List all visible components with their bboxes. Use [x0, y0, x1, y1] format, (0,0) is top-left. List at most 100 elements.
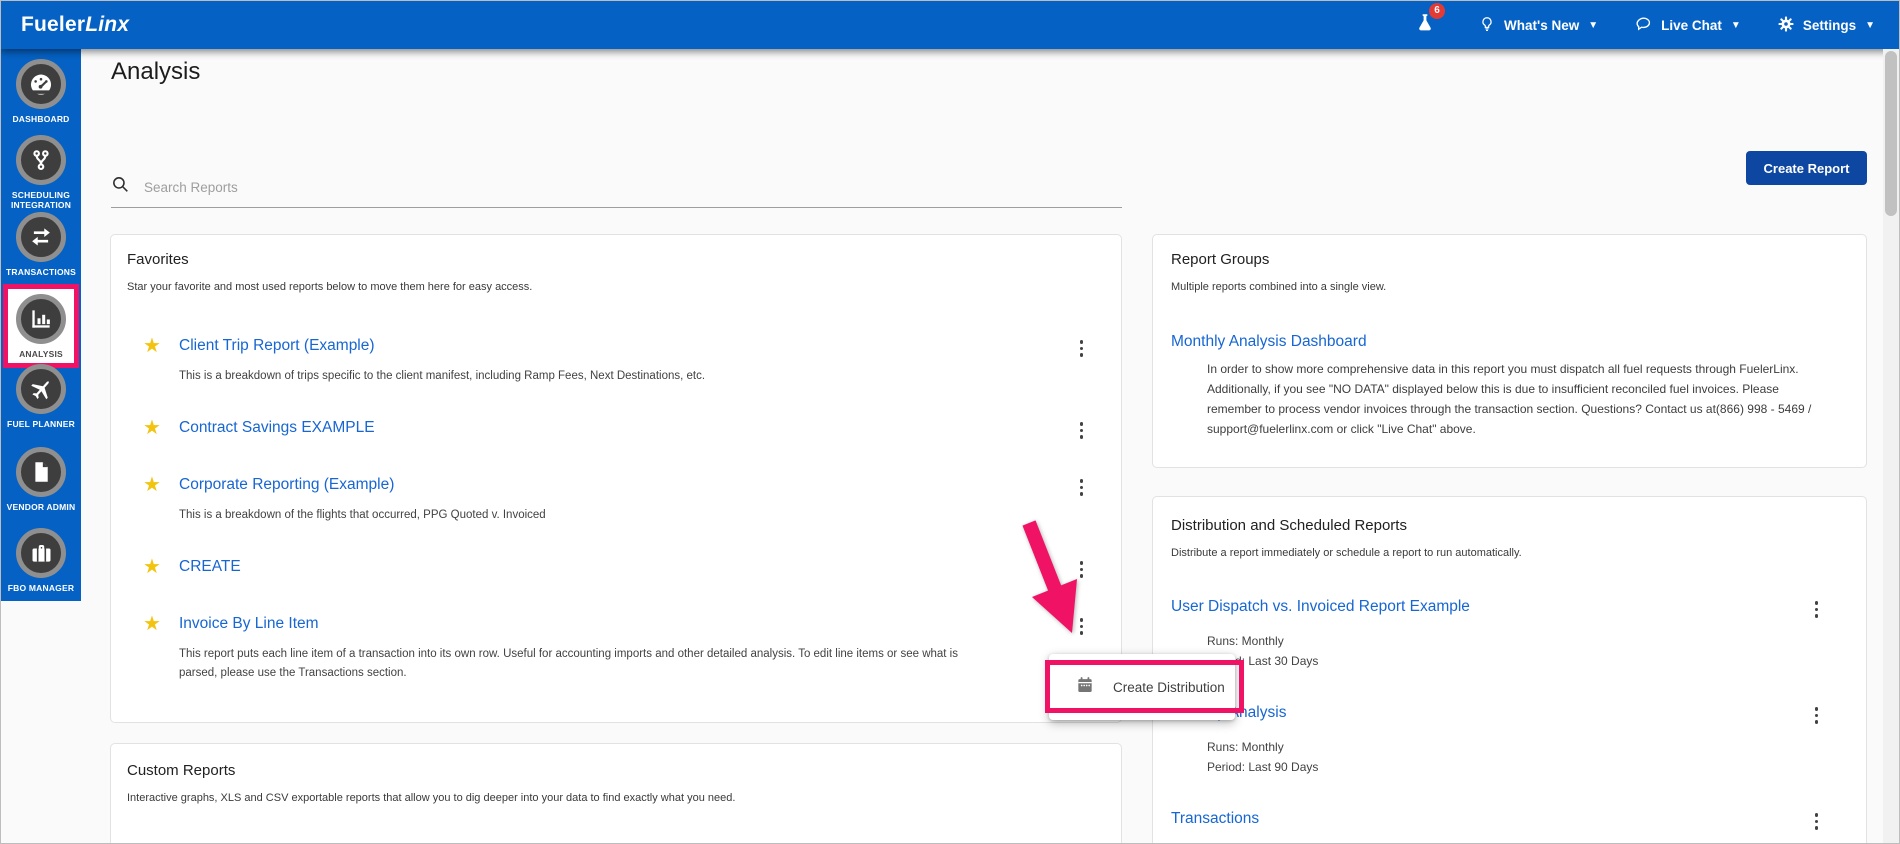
create-report-button[interactable]: Create Report	[1746, 151, 1867, 185]
distribution-report-link[interactable]: Transactions	[1171, 810, 1259, 827]
sidebar-item-dashboard[interactable]: DASHBOARD	[1, 59, 81, 124]
favorites-title: Favorites	[127, 251, 189, 268]
kebab-menu-icon[interactable]	[1811, 597, 1823, 622]
sidebar-item-analysis[interactable]: ANALYSIS	[3, 284, 79, 368]
caret-down-icon: ▼	[1730, 19, 1741, 31]
distribution-card: Distribution and Scheduled Reports Distr…	[1152, 496, 1867, 843]
brand-prefix: Fueler	[21, 13, 86, 36]
top-navbar: FuelerLinx 6 What's New ▼ Live Chat ▼ Se…	[1, 1, 1899, 49]
custom-reports-subtitle: Interactive graphs, XLS and CSV exportab…	[127, 792, 736, 804]
star-icon[interactable]: ★	[141, 336, 163, 356]
favorite-report-description: This report puts each line item of a tra…	[179, 648, 958, 679]
live-chat-label: Live Chat	[1661, 17, 1722, 33]
list-item: ★ Invoice By Line Item This report puts …	[127, 609, 1101, 683]
star-icon[interactable]: ★	[141, 475, 163, 495]
list-item: ★ Client Trip Report (Example) This is a…	[127, 331, 1101, 386]
favorite-report-link[interactable]: CREATE	[179, 558, 241, 576]
caret-down-icon: ▼	[1588, 19, 1599, 31]
kebab-menu-icon[interactable]	[1076, 557, 1088, 582]
distribution-title: Distribution and Scheduled Reports	[1171, 517, 1407, 534]
sidebar: DASHBOARD SCHEDULING INTEGRATION TRANSAC…	[1, 49, 81, 601]
sidebar-item-label: FUEL PLANNER	[7, 419, 75, 429]
whats-new-label: What's New	[1504, 17, 1580, 33]
star-icon[interactable]: ★	[141, 418, 163, 438]
transfer-arrows-icon	[16, 212, 66, 262]
settings-menu[interactable]: Settings ▼	[1777, 15, 1875, 36]
favorites-card: Favorites Star your favorite and most us…	[110, 234, 1122, 723]
favorite-report-link[interactable]: Client Trip Report (Example)	[179, 337, 375, 355]
context-menu-item-label: Create Distribution	[1113, 679, 1225, 695]
sidebar-item-label: SCHEDULING INTEGRATION	[10, 190, 72, 210]
kebab-menu-icon[interactable]	[1076, 475, 1088, 500]
kebab-menu-icon[interactable]	[1076, 614, 1088, 639]
sidebar-item-label: ANALYSIS	[19, 349, 63, 359]
brand-logo[interactable]: FuelerLinx	[21, 13, 129, 37]
page-title: Analysis	[111, 58, 201, 85]
bar-chart-icon	[16, 294, 66, 344]
distribution-period: Period: Last 30 Days	[1207, 654, 1319, 668]
sidebar-item-fuel-planner[interactable]: FUEL PLANNER	[1, 364, 81, 429]
list-item: Transactions	[1171, 807, 1848, 831]
document-icon	[16, 447, 66, 497]
list-item: ★ CREATE	[127, 552, 1101, 582]
kebab-menu-icon[interactable]	[1076, 418, 1088, 443]
list-item: ★ Contract Savings EXAMPLE	[127, 413, 1101, 443]
chat-icon	[1634, 15, 1653, 36]
star-icon[interactable]: ★	[141, 614, 163, 634]
briefcase-icon	[16, 528, 66, 578]
kebab-menu-icon[interactable]	[1811, 703, 1823, 728]
favorite-report-link[interactable]: Invoice By Line Item	[179, 615, 319, 633]
notifications-button[interactable]: 6	[1414, 2, 1446, 40]
sidebar-item-label: TRANSACTIONS	[6, 267, 76, 277]
search-input[interactable]	[144, 179, 1122, 195]
kebab-menu-icon[interactable]	[1076, 336, 1088, 361]
sidebar-item-scheduling-integration[interactable]: SCHEDULING INTEGRATION	[1, 135, 81, 210]
whats-new-menu[interactable]: What's New ▼	[1478, 14, 1598, 37]
list-item: Monthly Analysis Runs: Monthly Period: L…	[1171, 701, 1848, 777]
context-menu-create-distribution[interactable]: Create Distribution	[1049, 654, 1235, 720]
sidebar-item-label: FBO MANAGER	[7, 583, 75, 593]
report-groups-title: Report Groups	[1171, 251, 1270, 268]
navbar-menu: 6 What's New ▼ Live Chat ▼ Settings ▼	[1414, 2, 1875, 40]
favorite-report-link[interactable]: Contract Savings EXAMPLE	[179, 419, 375, 437]
favorites-subtitle: Star your favorite and most used reports…	[127, 281, 533, 293]
settings-label: Settings	[1802, 17, 1857, 33]
distribution-report-link[interactable]: User Dispatch vs. Invoiced Report Exampl…	[1171, 598, 1470, 615]
airplane-icon	[16, 364, 66, 414]
report-group-description: In order to show more comprehensive data…	[1207, 362, 1812, 436]
favorites-list: ★ Client Trip Report (Example) This is a…	[127, 331, 1101, 683]
app-root: FuelerLinx 6 What's New ▼ Live Chat ▼ Se…	[0, 0, 1900, 844]
star-icon[interactable]: ★	[141, 557, 163, 577]
sidebar-item-transactions[interactable]: TRANSACTIONS	[1, 212, 81, 277]
gear-icon	[1777, 15, 1795, 36]
report-group-link[interactable]: Monthly Analysis Dashboard	[1171, 333, 1367, 351]
sidebar-item-label: VENDOR ADMIN	[6, 502, 76, 512]
kebab-menu-icon[interactable]	[1811, 809, 1823, 834]
flask-icon	[1414, 13, 1436, 39]
distribution-subtitle: Distribute a report immediately or sched…	[1171, 547, 1522, 559]
sidebar-item-vendor-admin[interactable]: VENDOR ADMIN	[1, 447, 81, 512]
lightbulb-icon	[1478, 14, 1496, 37]
calendar-icon	[1075, 674, 1095, 700]
branch-icon	[16, 135, 66, 185]
notification-badge: 6	[1429, 2, 1446, 19]
custom-reports-title: Custom Reports	[127, 762, 236, 779]
search-icon	[111, 175, 130, 199]
scrollbar-thumb[interactable]	[1885, 51, 1897, 216]
live-chat-menu[interactable]: Live Chat ▼	[1634, 15, 1741, 36]
report-groups-subtitle: Multiple reports combined into a single …	[1171, 281, 1387, 293]
favorite-report-description: This is a breakdown of trips specific to…	[179, 370, 706, 382]
distribution-runs: Runs: Monthly	[1207, 740, 1284, 754]
favorite-report-link[interactable]: Corporate Reporting (Example)	[179, 476, 394, 494]
favorite-report-description: This is a breakdown of the flights that …	[179, 509, 546, 521]
distribution-list: User Dispatch vs. Invoiced Report Exampl…	[1171, 595, 1848, 831]
distribution-runs: Runs: Monthly	[1207, 634, 1284, 648]
sidebar-item-label: DASHBOARD	[12, 114, 70, 124]
distribution-period: Period: Last 90 Days	[1207, 760, 1319, 774]
custom-reports-card: Custom Reports Interactive graphs, XLS a…	[110, 743, 1122, 843]
sidebar-item-fbo-manager[interactable]: FBO MANAGER	[1, 528, 81, 593]
gauge-icon	[16, 59, 66, 109]
vertical-scrollbar[interactable]	[1883, 49, 1899, 843]
search-field	[111, 167, 1122, 208]
caret-down-icon: ▼	[1865, 19, 1875, 31]
